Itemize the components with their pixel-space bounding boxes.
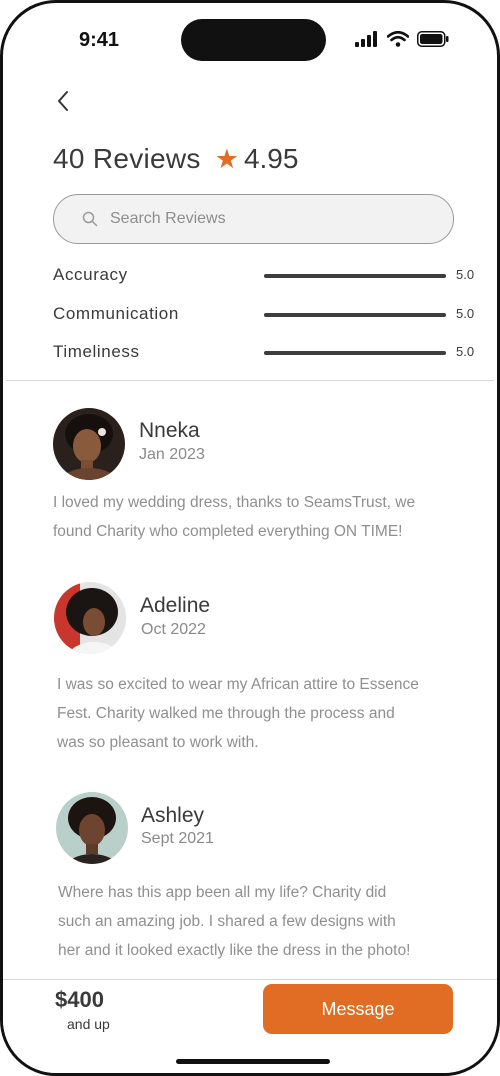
star-icon: ★: [214, 143, 239, 174]
metric-bar-fill: [264, 313, 446, 317]
metric-value: 5.0: [456, 344, 475, 359]
metric-label: Communication: [53, 304, 179, 323]
review-text-line: I loved my wedding dress, thanks to Seam…: [53, 494, 416, 511]
review-text-line: such an amazing job. I shared a few desi…: [58, 913, 396, 930]
price: $400: [55, 987, 104, 1012]
search-icon: [82, 211, 98, 227]
review-text-line: was so pleasant to work with.: [57, 734, 259, 751]
status-time: 9:41: [79, 29, 120, 51]
battery-icon: [417, 31, 449, 47]
metric-label: Accuracy: [53, 265, 128, 284]
home-indicator[interactable]: [176, 1059, 330, 1064]
reviewer-name: Ashley: [141, 804, 205, 827]
avatar: [54, 582, 126, 654]
metric-value: 5.0: [456, 267, 475, 282]
back-button[interactable]: [53, 89, 75, 113]
reviewer-photo: [54, 582, 126, 654]
avatar: [53, 408, 125, 480]
review-text-line: her and it looked exactly like the dress…: [58, 942, 411, 959]
section-divider: [6, 380, 494, 381]
metric-communication: Communication 5.0: [53, 304, 483, 328]
reviewer-name: Nneka: [139, 419, 200, 442]
review-text-line: Fest. Charity walked me through the proc…: [57, 705, 395, 722]
metric-value: 5.0: [456, 306, 475, 321]
reviewer-photo: [53, 408, 125, 480]
page-title: 40 Reviews: [53, 143, 201, 174]
review-text-line: Where has this app been all my life? Cha…: [58, 884, 387, 901]
metric-accuracy: Accuracy 5.0: [53, 265, 483, 289]
review-text-line: I was so excited to wear my African atti…: [57, 676, 419, 693]
status-icons: [355, 31, 449, 47]
phone-frame: 9:41 40 Reviews ★ 4.95 Search Reviews Ac…: [0, 0, 500, 1076]
message-button[interactable]: Message: [263, 984, 453, 1034]
reviews-header: 40 Reviews ★ 4.95: [53, 143, 298, 175]
metric-label: Timeliness: [53, 342, 140, 361]
overall-rating: 4.95: [243, 143, 299, 174]
dynamic-island: [181, 19, 326, 61]
review-text: Where has this app been all my life? Cha…: [58, 878, 410, 965]
review-text: I was so excited to wear my African atti…: [57, 670, 419, 757]
wifi-icon: [387, 31, 409, 47]
reviewer-name: Adeline: [140, 594, 211, 617]
metric-bar-fill: [264, 351, 446, 355]
review-date: Oct 2022: [141, 621, 206, 638]
review-text-line: found Charity who completed everything O…: [53, 523, 403, 540]
reviewer-photo: [56, 792, 128, 864]
metric-timeliness: Timeliness 5.0: [53, 342, 483, 366]
review-text: I loved my wedding dress, thanks to Seam…: [53, 488, 415, 546]
cellular-signal-icon: [355, 31, 377, 47]
metric-bar: [264, 351, 446, 355]
review-date: Jan 2023: [139, 446, 205, 463]
search-input[interactable]: [110, 210, 410, 228]
price-subtitle: and up: [67, 1016, 110, 1032]
metric-bar: [264, 313, 446, 317]
chevron-left-icon: [58, 91, 68, 111]
avatar: [56, 792, 128, 864]
metric-bar: [264, 274, 446, 278]
metric-bar-fill: [264, 274, 446, 278]
review-date: Sept 2021: [141, 830, 214, 847]
search-bar[interactable]: [53, 194, 454, 244]
